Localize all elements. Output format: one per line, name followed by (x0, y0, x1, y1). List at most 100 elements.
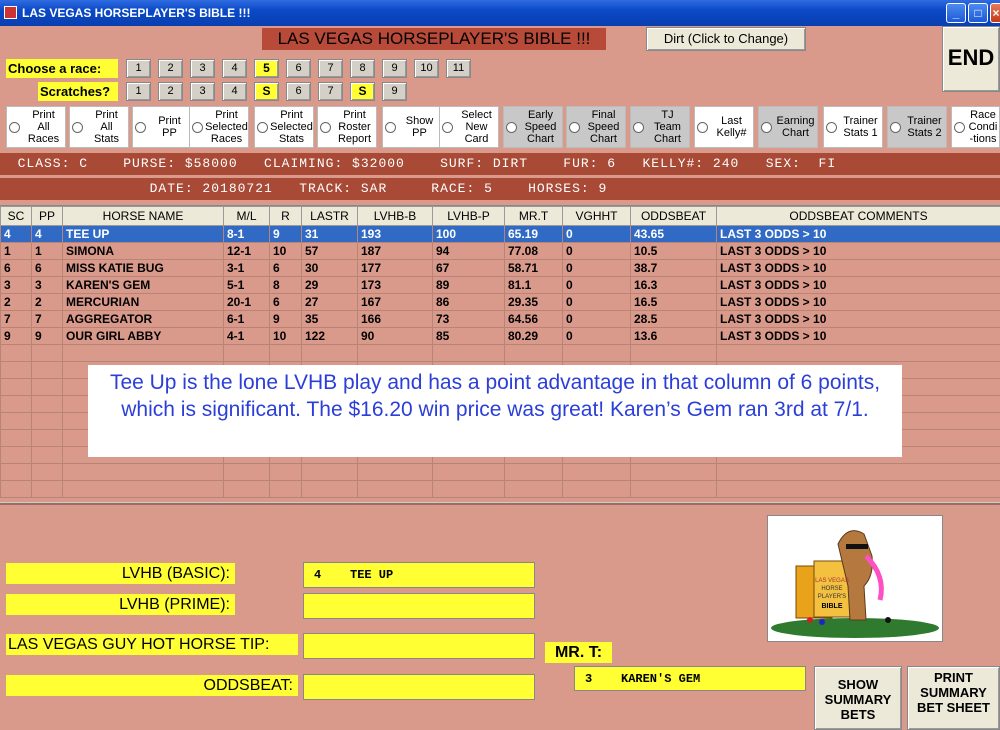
table-cell: 100 (432, 225, 505, 243)
empty-cell (223, 463, 270, 481)
column-header[interactable]: MR.T (504, 206, 563, 226)
empty-cell (31, 480, 63, 498)
lvhb-prime-field[interactable] (303, 593, 535, 619)
end-button[interactable]: END (942, 26, 1000, 92)
option-print-selected-races[interactable]: Print Selected Races (189, 106, 249, 148)
race-button-2[interactable]: 2 (158, 59, 183, 78)
radio-icon[interactable] (442, 121, 453, 133)
option-print-roster-report[interactable]: Print Roster Report (317, 106, 377, 148)
race-button-5[interactable]: 5 (254, 59, 279, 78)
table-row[interactable]: 6 6 MISS KATIE BUG 3-1 6 30 177 67 58.71 0 38.7 LAS… (0, 259, 1000, 277)
option-print-all-races[interactable]: Print All Races (6, 106, 66, 148)
option-race-condi-tions[interactable]: Race Condi -tions (951, 106, 1000, 148)
table-row[interactable]: 3 3 KAREN'S GEM 5-1 8 29 173 89 81.1 0 16.3 LAST 3 … (0, 276, 1000, 294)
option-print-all-stats[interactable]: Print All Stats (69, 106, 129, 148)
radio-icon[interactable] (633, 121, 644, 133)
print-summary-bet-sheet-button[interactable]: PRINT SUMMARY BET SHEET (907, 666, 1000, 730)
scratch-button-5[interactable]: S (254, 82, 279, 101)
close-button[interactable]: × (990, 3, 1000, 23)
option-last-kelly[interactable]: Last Kelly# (694, 106, 754, 148)
radio-icon[interactable] (9, 121, 20, 133)
radio-icon[interactable] (320, 121, 331, 133)
table-cell: 1 (31, 242, 63, 260)
table-row[interactable]: 4 4 TEE UP 8-1 9 31 193 100 65.19 0 43.65 LAST 3 OD… (0, 225, 1000, 243)
race-button-8[interactable]: 8 (350, 59, 375, 78)
mr-t-field[interactable]: 3 KAREN'S GEM (574, 666, 806, 691)
option-print-pp[interactable]: Print PP (132, 106, 192, 148)
table-row[interactable]: 1 1 SIMONA 12-1 10 57 187 94 77.08 0 10.5 LAST 3 OD… (0, 242, 1000, 260)
scratch-button-3[interactable]: 3 (190, 82, 215, 101)
radio-icon[interactable] (826, 121, 837, 133)
radio-icon[interactable] (257, 121, 268, 133)
table-cell: 1 (0, 242, 32, 260)
empty-cell (0, 378, 32, 396)
column-header[interactable]: VGHHT (562, 206, 631, 226)
radio-icon[interactable] (890, 121, 901, 133)
hot-horse-tip-field[interactable] (303, 633, 535, 659)
radio-icon[interactable] (954, 121, 965, 133)
radio-icon[interactable] (385, 121, 396, 133)
column-header[interactable]: LVHB-P (432, 206, 505, 226)
table-row[interactable]: 2 2 MERCURIAN 20-1 6 27 167 86 29.35 0 16.5 LAST 3 … (0, 293, 1000, 311)
option-tj-team-chart[interactable]: TJ Team Chart (630, 106, 690, 148)
option-trainer-stats-1[interactable]: Trainer Stats 1 (823, 106, 883, 148)
radio-icon[interactable] (761, 121, 772, 133)
option-trainer-stats-2[interactable]: Trainer Stats 2 (887, 106, 947, 148)
radio-icon[interactable] (192, 121, 203, 133)
column-header[interactable]: ODDSBEAT COMMENTS (716, 206, 1000, 226)
column-header[interactable]: R (269, 206, 302, 226)
column-header[interactable]: ODDSBEAT (630, 206, 717, 226)
option-select-new-card[interactable]: Select New Card (439, 106, 499, 148)
column-header[interactable]: PP (31, 206, 63, 226)
scratch-button-4[interactable]: 4 (222, 82, 247, 101)
race-button-4[interactable]: 4 (222, 59, 247, 78)
radio-icon[interactable] (506, 121, 517, 133)
column-header[interactable]: LVHB-B (357, 206, 433, 226)
scratch-button-2[interactable]: 2 (158, 82, 183, 101)
option-show-pp[interactable]: Show PP (382, 106, 442, 148)
table-cell: 73 (432, 310, 505, 328)
scratch-button-9[interactable]: 9 (382, 82, 407, 101)
option-final-speed-chart[interactable]: Final Speed Chart (566, 106, 626, 148)
table-cell: 6 (0, 259, 32, 277)
race-button-11[interactable]: 11 (446, 59, 471, 78)
radio-icon[interactable] (569, 121, 580, 133)
race-button-10[interactable]: 10 (414, 59, 439, 78)
table-row[interactable]: 7 7 AGGREGATOR 6-1 9 35 166 73 64.56 0 28.5 LAST 3 … (0, 310, 1000, 328)
scratch-button-1[interactable]: 1 (126, 82, 151, 101)
radio-icon[interactable] (135, 121, 146, 133)
scratch-button-7[interactable]: 7 (318, 82, 343, 101)
empty-cell (630, 480, 717, 498)
race-button-9[interactable]: 9 (382, 59, 407, 78)
race-button-7[interactable]: 7 (318, 59, 343, 78)
empty-cell (301, 463, 358, 481)
race-button-6[interactable]: 6 (286, 59, 311, 78)
radio-icon[interactable] (697, 121, 708, 133)
option-print-selected-stats[interactable]: Print Selected Stats (254, 106, 314, 148)
maximize-button[interactable]: □ (968, 3, 988, 23)
lvhb-basic-field[interactable]: 4 TEE UP (303, 562, 535, 588)
show-summary-bets-button[interactable]: SHOW SUMMARY BETS (814, 666, 902, 730)
option-label: Early Speed Chart (524, 109, 557, 145)
column-header[interactable]: HORSE NAME (62, 206, 224, 226)
option-label: Print Selected Races (205, 109, 248, 145)
table-row[interactable]: 9 9 OUR GIRL ABBY 4-1 10 122 90 85 80.29 0 13.6 LAS… (0, 327, 1000, 345)
table-cell: 10 (269, 242, 302, 260)
horse-grid[interactable]: SC PP HORSE NAME M/L R LASTR LVHB-B LVHB-P MR.T V… (0, 205, 1000, 502)
scratch-button-6[interactable]: 6 (286, 82, 311, 101)
minimize-button[interactable]: _ (946, 3, 966, 23)
oddsbeat-field[interactable] (303, 674, 535, 700)
app-icon (4, 6, 17, 19)
column-header[interactable]: M/L (223, 206, 270, 226)
column-header[interactable]: LASTR (301, 206, 358, 226)
title-bar[interactable]: LAS VEGAS HORSEPLAYER'S BIBLE !!! _ □ × (0, 0, 1000, 26)
race-button-3[interactable]: 3 (190, 59, 215, 78)
column-header[interactable]: SC (0, 206, 32, 226)
scratch-button-8[interactable]: S (350, 82, 375, 101)
radio-icon[interactable] (72, 121, 83, 133)
option-label: TJ Team Chart (654, 109, 681, 145)
option-earning-chart[interactable]: Earning Chart (758, 106, 818, 148)
surface-toggle-button[interactable]: Dirt (Click to Change) (646, 27, 806, 51)
option-early-speed-chart[interactable]: Early Speed Chart (503, 106, 563, 148)
race-button-1[interactable]: 1 (126, 59, 151, 78)
